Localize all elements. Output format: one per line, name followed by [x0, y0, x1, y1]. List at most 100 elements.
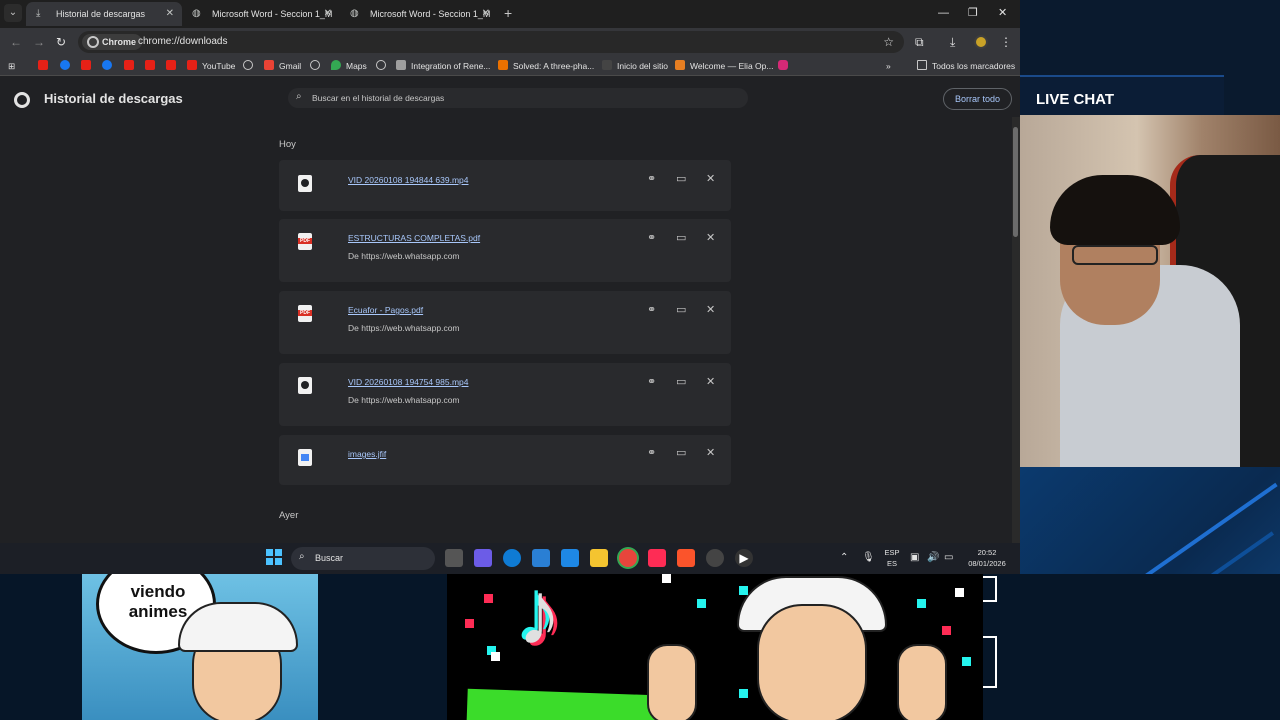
forward-button[interactable]: →	[33, 33, 45, 51]
tab-word-2[interactable]: ◍ Microsoft Word - Seccion 1_M ✕	[340, 2, 498, 26]
scrollbar-thumb[interactable]	[1013, 127, 1018, 237]
open-folder-icon[interactable]: ▭	[676, 173, 686, 185]
new-tab-button[interactable]: +	[504, 4, 512, 22]
remove-icon[interactable]: ✕	[706, 304, 715, 316]
file-link[interactable]: Ecuafor - Pagos.pdf	[348, 305, 423, 315]
file-link[interactable]: VID 20260108 194844 639.mp4	[348, 175, 469, 185]
copy-link-icon[interactable]: ⚭	[647, 173, 656, 185]
copy-link-icon[interactable]: ⚭	[647, 232, 656, 244]
volume-icon[interactable]: 🔊	[927, 552, 939, 563]
open-folder-icon[interactable]: ▭	[676, 447, 686, 459]
bookmark-youtube-2[interactable]	[81, 56, 96, 76]
bookmark-chegg[interactable]: Solved: A three-pha...	[498, 56, 594, 76]
site-icon	[396, 60, 406, 70]
store-icon[interactable]	[561, 549, 579, 567]
tab-strip: ⌄ ⤓ Historial de descargas ✕ ◍ Microsoft…	[0, 0, 1020, 28]
tab-downloads[interactable]: ⤓ Historial de descargas ✕	[26, 2, 182, 26]
profile-avatar[interactable]	[974, 35, 988, 49]
menu-icon[interactable]: ⋮	[1000, 34, 1012, 50]
clear-all-button[interactable]: Borrar todo	[943, 88, 1012, 110]
bookmark-facebook-1[interactable]	[60, 56, 75, 76]
remove-icon[interactable]: ✕	[706, 447, 715, 459]
file-link[interactable]: images.jfif	[348, 449, 386, 459]
tiktok-icon[interactable]	[648, 549, 666, 567]
microphone-icon[interactable]: 🎙	[862, 552, 875, 563]
remove-icon[interactable]: ✕	[706, 376, 715, 388]
apps-icon[interactable]: ⊞	[8, 56, 15, 76]
downloads-icon[interactable]: ⤓	[950, 34, 955, 50]
file-explorer-icon[interactable]	[590, 549, 608, 567]
youtube-icon	[166, 60, 176, 70]
bookmark-globe-3[interactable]	[376, 56, 391, 76]
green-banner	[466, 688, 658, 720]
restore-button[interactable]: ❐	[968, 4, 978, 22]
scrollbar[interactable]	[1012, 117, 1020, 543]
copilot-icon[interactable]	[474, 549, 492, 567]
edge-icon[interactable]	[503, 549, 521, 567]
extensions-icon[interactable]: ⧉	[915, 34, 924, 50]
bookmark-instagram[interactable]	[778, 56, 793, 76]
url-text[interactable]: chrome://downloads	[138, 31, 228, 53]
open-folder-icon[interactable]: ▭	[676, 232, 686, 244]
youtube-icon	[124, 60, 134, 70]
task-view-icon[interactable]	[445, 549, 463, 567]
close-window-button[interactable]: ✕	[998, 4, 1007, 22]
language-indicator[interactable]: ESP ES	[884, 547, 900, 569]
vscode-icon[interactable]	[532, 549, 550, 567]
more-bookmarks-icon[interactable]: »	[886, 56, 891, 76]
start-button[interactable]	[266, 549, 282, 565]
network-icon[interactable]: ▣	[910, 552, 919, 563]
bookmark-youtube-3[interactable]	[124, 56, 139, 76]
globe-icon: ◍	[192, 8, 201, 19]
pdf-file-icon	[298, 305, 312, 322]
bookmark-label: Inicio del sitio	[617, 61, 669, 71]
tab-word-1[interactable]: ◍ Microsoft Word - Seccion 1_M ✕	[182, 2, 340, 26]
bookmark-youtube-1[interactable]	[38, 56, 53, 76]
clock[interactable]: 20:52 08/01/2026	[962, 547, 1012, 569]
address-bar[interactable]: Chrome chrome://downloads ☆	[78, 31, 904, 53]
bookmark-elia[interactable]: Welcome — Elia Op...	[675, 56, 773, 76]
close-icon[interactable]: ✕	[166, 2, 174, 26]
reload-button[interactable]: ↻	[56, 33, 66, 51]
remove-icon[interactable]: ✕	[706, 173, 715, 185]
image-file-icon	[298, 449, 312, 466]
back-button[interactable]: ←	[10, 33, 22, 51]
decorative-frame	[983, 636, 997, 688]
bookmark-globe-2[interactable]	[310, 56, 325, 76]
bookmark-inicio[interactable]: Inicio del sitio	[602, 56, 668, 76]
file-link[interactable]: VID 20260108 194754 985.mp4	[348, 377, 469, 387]
open-folder-icon[interactable]: ▭	[676, 376, 686, 388]
copy-link-icon[interactable]: ⚭	[647, 376, 656, 388]
copy-link-icon[interactable]: ⚭	[647, 304, 656, 316]
remove-icon[interactable]: ✕	[706, 232, 715, 244]
bookmark-globe[interactable]	[243, 56, 258, 76]
battery-icon[interactable]: ▭	[944, 552, 953, 563]
search-input[interactable]: ⌕ Buscar en el historial de descargas	[288, 88, 748, 108]
close-icon[interactable]: ✕	[324, 2, 332, 26]
downloads-page: Historial de descargas ⌕ Buscar en el hi…	[0, 77, 1012, 543]
bookmark-star-icon[interactable]: ☆	[883, 31, 894, 53]
bookmark-youtube-4[interactable]	[145, 56, 160, 76]
cartoon-hand	[897, 644, 947, 720]
bookmark-maps[interactable]: Maps	[331, 56, 367, 76]
tab-search-button[interactable]: ⌄	[4, 4, 22, 22]
minimize-button[interactable]: —	[938, 4, 949, 22]
media-player-icon[interactable]: ▶	[735, 549, 753, 567]
bookmark-integration[interactable]: Integration of Rene...	[396, 56, 490, 76]
bookmark-youtube-5[interactable]	[166, 56, 181, 76]
brave-icon[interactable]	[677, 549, 695, 567]
file-link[interactable]: ESTRUCTURAS COMPLETAS.pdf	[348, 233, 480, 243]
bookmark-facebook-2[interactable]	[102, 56, 117, 76]
close-icon[interactable]: ✕	[482, 2, 490, 26]
bookmark-gmail[interactable]: Gmail	[264, 56, 301, 76]
all-bookmarks-folder[interactable]: Todos los marcadores	[917, 56, 1015, 76]
open-folder-icon[interactable]: ▭	[676, 304, 686, 316]
site-chip[interactable]: Chrome	[82, 34, 143, 50]
copy-link-icon[interactable]: ⚭	[647, 447, 656, 459]
bookmark-youtube[interactable]: YouTube	[187, 56, 235, 76]
taskbar-search[interactable]: ⌕ Buscar	[291, 547, 435, 570]
chrome-icon[interactable]	[619, 549, 637, 567]
confetti	[739, 586, 748, 595]
app-icon[interactable]	[706, 549, 724, 567]
tray-overflow-icon[interactable]: ⌃	[840, 552, 848, 563]
